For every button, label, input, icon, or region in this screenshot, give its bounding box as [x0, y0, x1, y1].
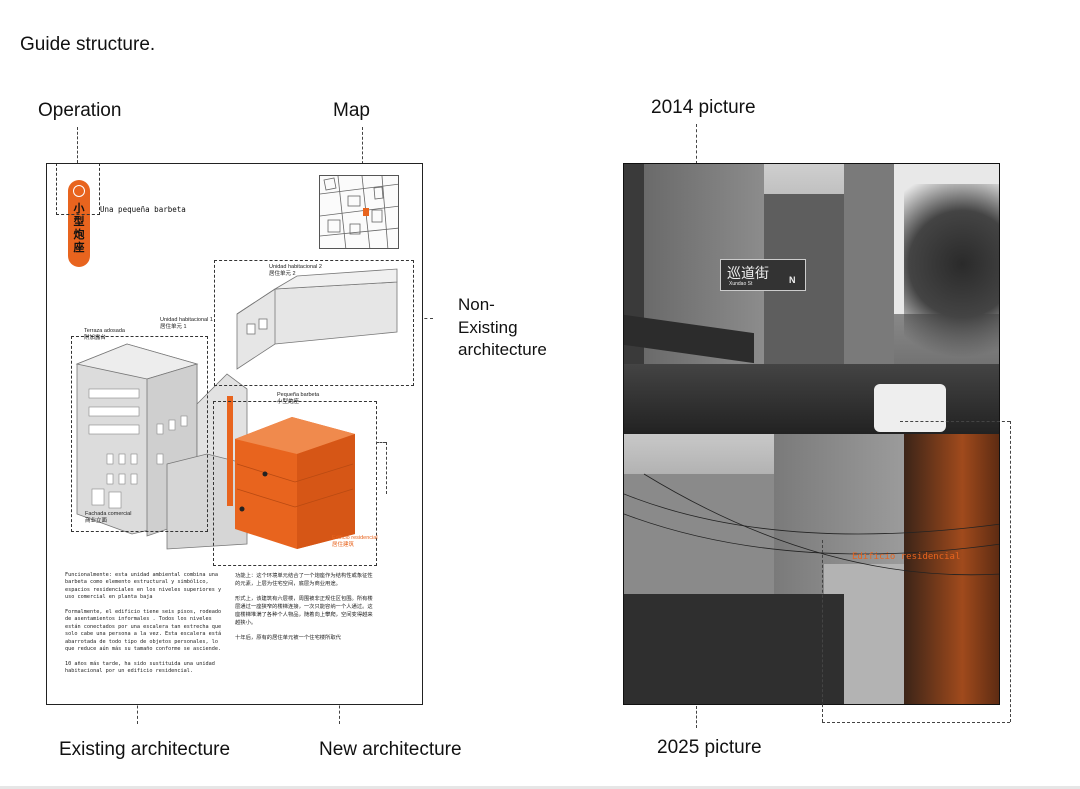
text-line: espacios residenciales en los niveles su…: [65, 586, 222, 593]
unit1-label: Unidad habitacional 1 居住单元 1: [160, 317, 213, 331]
body-text-es: Funcionalmente: esta unidad ambiental co…: [65, 572, 230, 676]
text-line: 的元素，上层为住宅空间，底层为商业用途。: [235, 581, 341, 587]
street-sign: 巡道街 Xundao St N: [720, 259, 806, 291]
label-line: Existing: [458, 317, 518, 337]
connector: [386, 442, 387, 494]
leader-operation: [77, 127, 78, 163]
terrace-es: Terraza adosada: [84, 328, 125, 334]
residential-label: Edificio residencial 居住建筑: [332, 535, 378, 549]
text-line: barbeta como elemento estructural y simb…: [65, 579, 209, 586]
unit2-zh: 居住单元 2: [269, 271, 296, 277]
non-existing-highlight: [214, 260, 414, 386]
label-2014-picture: 2014 picture: [651, 97, 756, 118]
label-new-architecture: New architecture: [319, 739, 462, 760]
label-existing-architecture: Existing architecture: [59, 739, 231, 760]
connector: [376, 442, 386, 443]
highlight-bottom: [822, 722, 1010, 723]
terrace-zh: 附加露台: [84, 335, 107, 341]
highlight-top: [900, 421, 1010, 422]
label-non-existing: Non- Existing architecture: [458, 294, 547, 362]
barbeta-es: Pequeña barbeta: [277, 392, 320, 398]
barbeta-zh: 小型炮座: [277, 399, 300, 405]
resid-es: Edificio residencial: [332, 535, 378, 541]
text-line: habitacional por un edificio residencial…: [65, 668, 194, 675]
unit2-es: Unidad habitacional 2: [269, 264, 322, 270]
photo-shape: [844, 164, 894, 394]
text-line: uso comercial en planta baja: [65, 594, 153, 601]
photo-wires: [624, 473, 999, 576]
text-line: 座楼梯堆满了各种个人物品，随着向上攀爬，空间变得越来: [235, 612, 373, 618]
facade-es: Fachada comercial: [85, 511, 132, 517]
facade-label: Fachada comercial 商业立面: [85, 511, 131, 525]
resid-zh: 居住建筑: [332, 542, 355, 548]
text-line: de asentamientos informales . Todos los …: [65, 616, 212, 623]
street-sign-zh: 巡道街: [727, 266, 769, 282]
unit1-es: Unidad habitacional 1: [160, 317, 213, 323]
text-line: 层通过一座狭窄的楼梯连接，一次只能容纳一个人通过。这: [235, 604, 373, 610]
unit1-zh: 居住单元 1: [160, 324, 187, 330]
street-sign-en: Xundao St: [729, 281, 753, 287]
label-line: architecture: [458, 340, 547, 359]
photo-van: [874, 384, 946, 432]
text-line: 10 años más tarde, ha sido sustituida un…: [65, 660, 215, 667]
text-line: solo cabe una persona a la vez. Esta esc…: [65, 631, 222, 638]
existing-highlight: [71, 336, 208, 532]
photo-tree: [904, 184, 999, 384]
guide-page: 小 型 炮 座 Una pequeña barbeta Unidad habit…: [46, 163, 423, 705]
unit2-label: Unidad habitacional 2 居住单元 2: [269, 264, 322, 278]
label-2025-picture: 2025 picture: [657, 737, 762, 758]
text-line: 功能上：这个环境单元结合了一个炮座作为结构性或象征性: [235, 573, 373, 579]
page-title: Guide structure.: [20, 34, 156, 55]
text-line: abarrotada de todo tipo de objetos perso…: [65, 638, 219, 645]
terrace-label: Terraza adosada 附加露台: [84, 328, 125, 342]
photo-overlay-label: Edificio residencial: [852, 552, 961, 562]
street-sign-dir: N: [789, 275, 796, 285]
photo-2025: Edificio residencial: [624, 434, 999, 704]
highlight-left: [822, 540, 823, 722]
text-line: Formalmente, el edificio tiene seis piso…: [65, 609, 222, 616]
text-line: 形式上，该建筑有六层楼，周围被非正规住区包围。所有楼: [235, 596, 373, 602]
label-operation: Operation: [38, 100, 122, 121]
operation-highlight: [56, 164, 100, 215]
label-line: Non-: [458, 295, 495, 314]
label-map: Map: [333, 100, 370, 121]
leader-2014: [696, 124, 697, 164]
highlight-right: [1010, 421, 1011, 722]
photo-panel: 巡道街 Xundao St N Edificio residencial: [623, 163, 1000, 705]
barbeta-label: Pequeña barbeta 小型炮座: [277, 392, 319, 406]
text-line: que reduce aún más su tamaño conforme se…: [65, 646, 222, 653]
text-line: 越狭小。: [235, 620, 257, 626]
leader-2025: [696, 706, 697, 728]
body-text-zh: 功能上：这个环境单元结合了一个炮座作为结构性或象征性 的元素，上层为住宅空间，底…: [235, 572, 410, 642]
facade-zh: 商业立面: [85, 518, 108, 524]
photo-2014: 巡道街 Xundao St N: [624, 164, 999, 434]
text-line: 十年后，原有的居住单元被一个住宅楼所取代: [235, 635, 341, 641]
